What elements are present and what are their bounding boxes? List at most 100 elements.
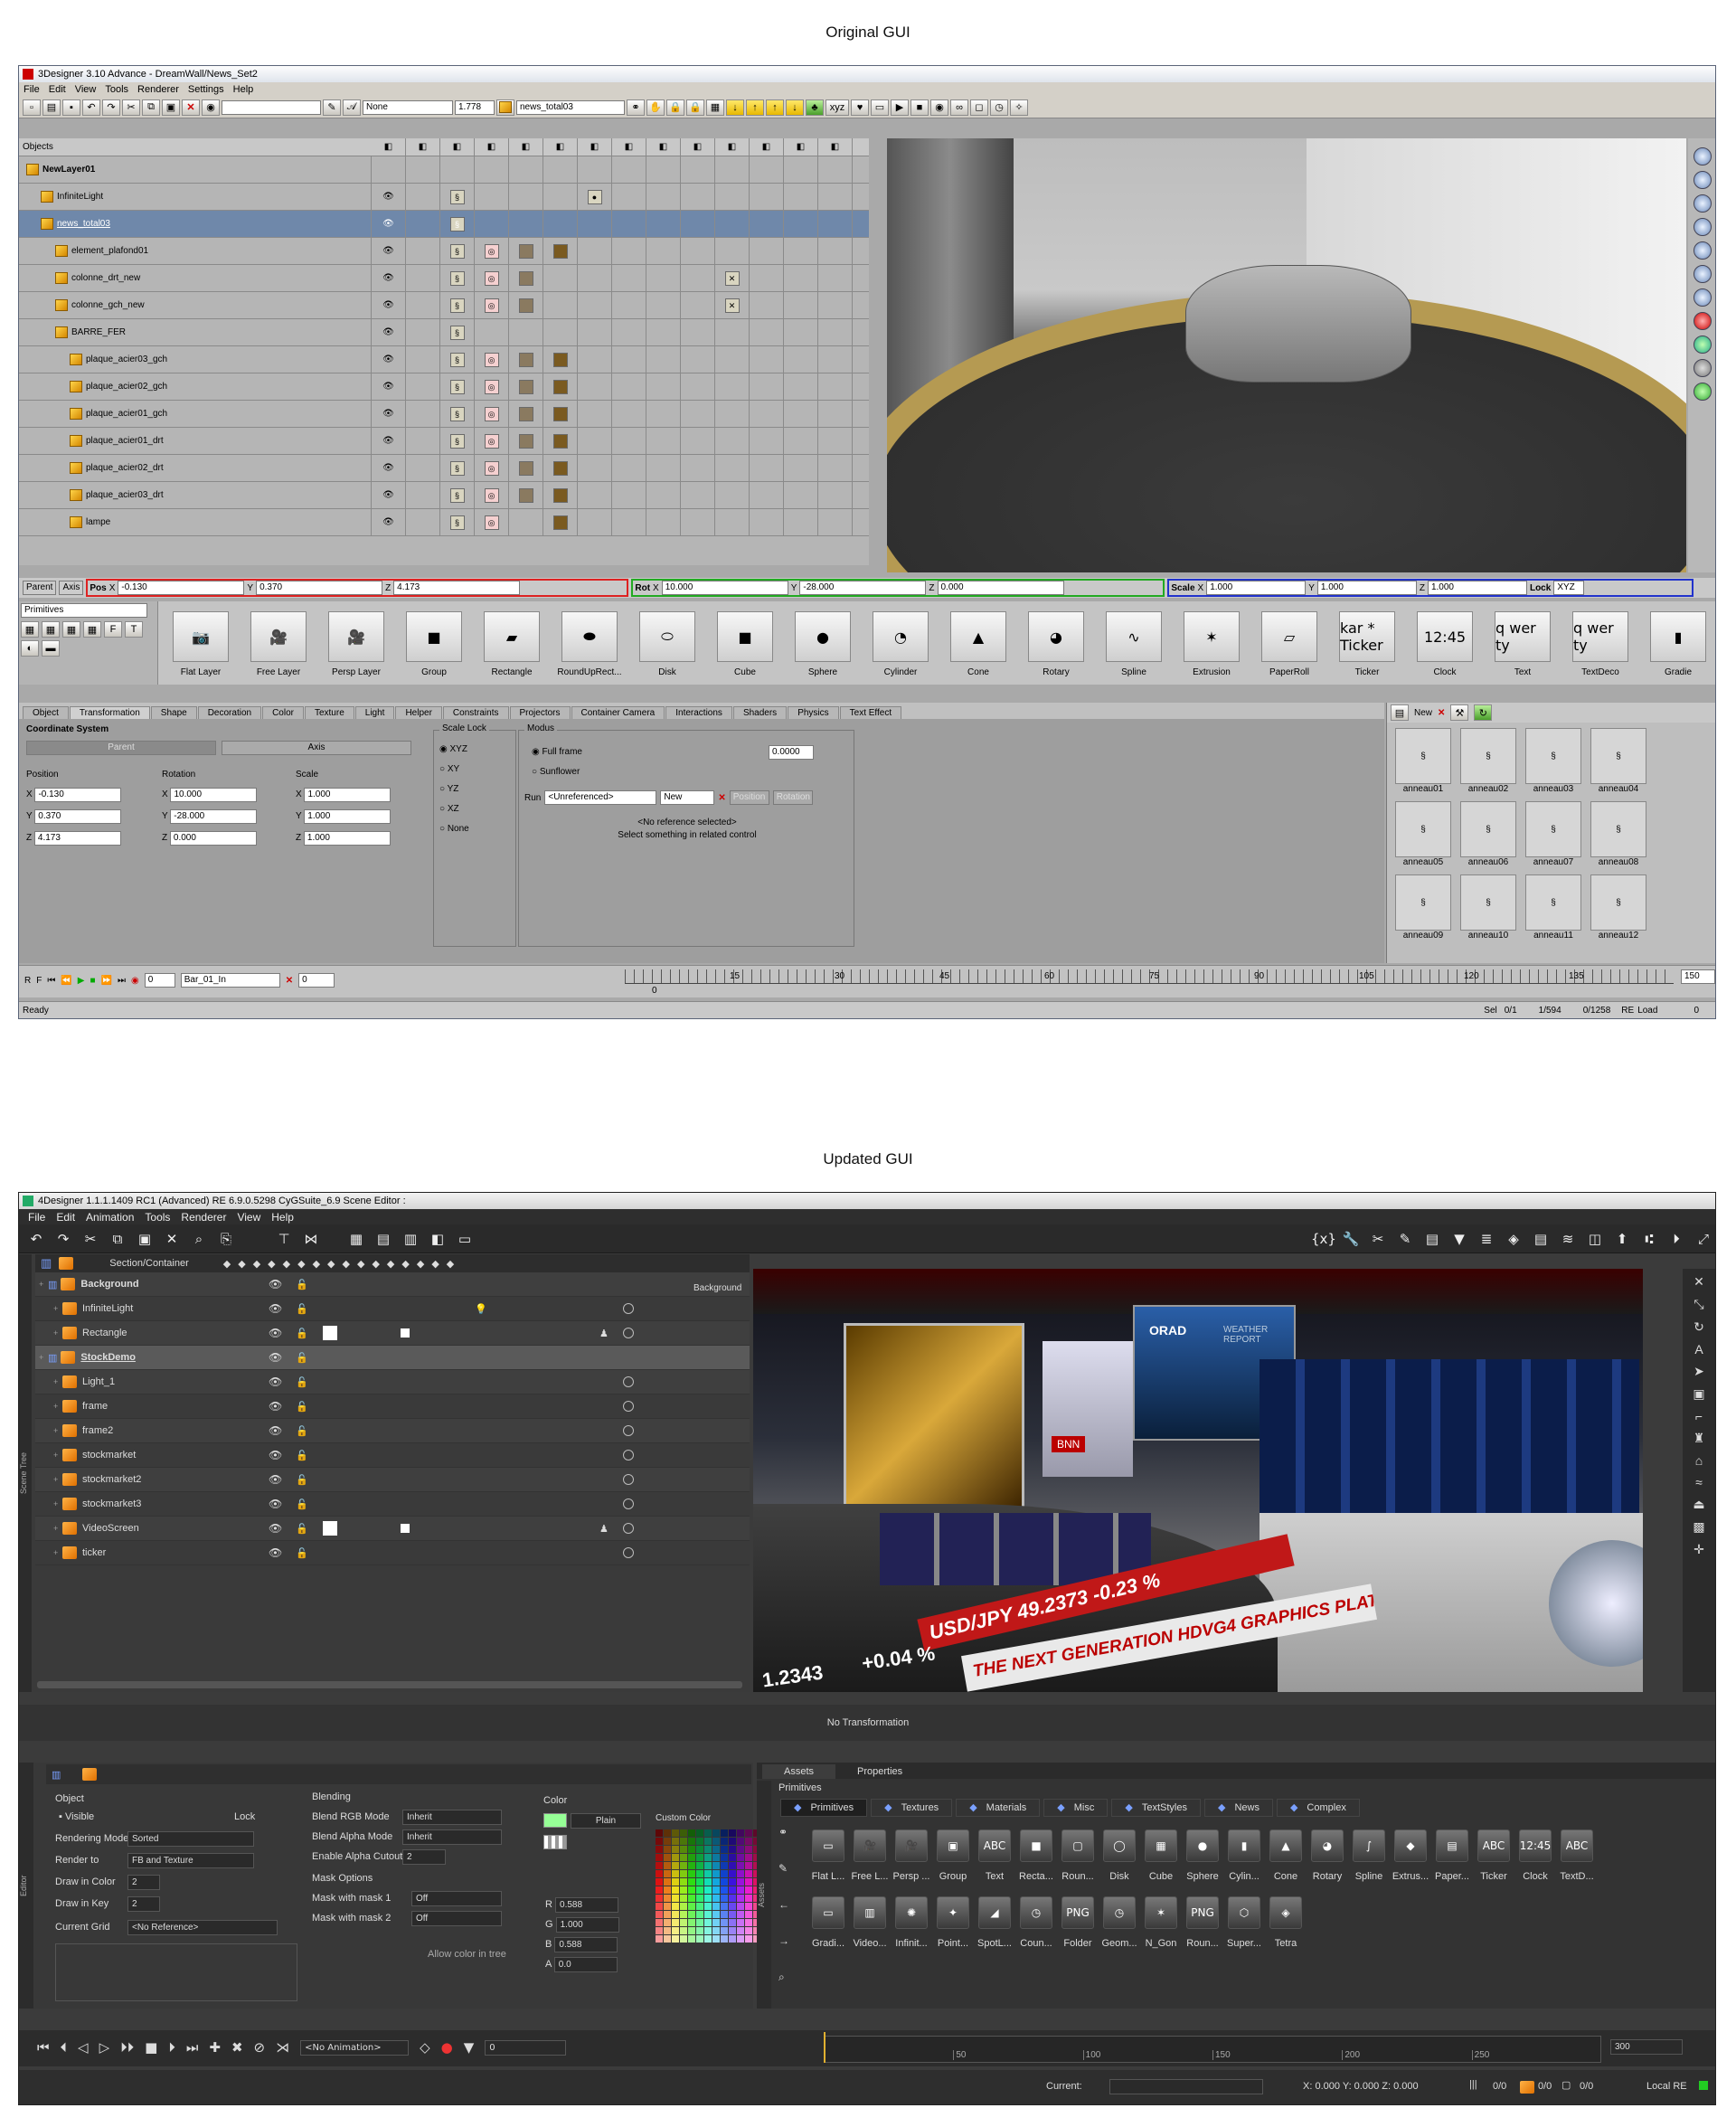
- tl-link-icon[interactable]: ⊘: [254, 2039, 266, 2056]
- layout2-icon[interactable]: ▤: [372, 1227, 395, 1251]
- link2-icon[interactable]: ∞: [950, 99, 968, 116]
- parent-tab[interactable]: Parent: [23, 581, 57, 595]
- old-toolbar-combo-empty[interactable]: [222, 99, 321, 115]
- menu-tools[interactable]: Tools: [145, 1211, 170, 1224]
- col-ext-icon[interactable]: ◧: [818, 138, 853, 156]
- primitive-disk[interactable]: ⬭ Disk: [628, 601, 706, 677]
- render-icon[interactable]: §: [449, 243, 465, 259]
- primitive-ticker[interactable]: kar * Ticker Ticker: [1328, 601, 1406, 677]
- portrait-icon[interactable]: [552, 352, 568, 367]
- asset-spotl[interactable]: ◢ SpotL...: [974, 1896, 1015, 1949]
- pin-icon[interactable]: ⬆: [1610, 1227, 1634, 1251]
- menu-view[interactable]: View: [237, 1211, 260, 1224]
- tl-keyframe-icon[interactable]: ◇: [420, 2039, 430, 2056]
- magic-icon[interactable]: ✧: [1010, 99, 1028, 116]
- tree-row[interactable]: plaque_acier03_gch 👁 § ◎: [19, 346, 869, 373]
- asset-refresh-icon[interactable]: ↻: [1474, 704, 1493, 721]
- primitive-text[interactable]: q wer ty Text: [1484, 601, 1561, 677]
- menu-tools[interactable]: Tools: [105, 84, 128, 95]
- axis-tab[interactable]: Axis: [59, 581, 84, 595]
- pen-icon[interactable]: ✎: [323, 99, 341, 116]
- square-red-icon[interactable]: ◻: [970, 99, 988, 116]
- nav5-icon[interactable]: [1694, 241, 1712, 260]
- wave-icon[interactable]: ≈: [1695, 1475, 1703, 1489]
- white-swatch-icon[interactable]: [323, 1326, 337, 1340]
- visible-eye-icon[interactable]: 👁: [382, 273, 394, 283]
- camera-icon[interactable]: ▣: [1693, 1386, 1704, 1402]
- fullscreen-icon[interactable]: ⤢: [1692, 1227, 1715, 1251]
- menu-edit[interactable]: Edit: [56, 1211, 75, 1224]
- lock-icon[interactable]: 🔓: [296, 1303, 308, 1315]
- asset-folder-icon[interactable]: ▤: [1391, 704, 1409, 721]
- white-swatch-icon[interactable]: [323, 1521, 337, 1536]
- status-current-field[interactable]: [1109, 2079, 1263, 2094]
- new-file-icon[interactable]: ▫: [23, 99, 41, 116]
- col-color-icon[interactable]: ◧: [475, 138, 509, 156]
- col-cam-icon[interactable]: ◧: [784, 138, 818, 156]
- tree-row[interactable]: + stockmarket3 👁 🔓: [35, 1492, 750, 1517]
- tl-back-play-icon[interactable]: ◁: [78, 2039, 89, 2056]
- tl-filter-icon[interactable]: ▼: [464, 2039, 475, 2056]
- rot-x[interactable]: 10.000: [661, 581, 788, 595]
- tree-row[interactable]: colonne_gch_new 👁 § ◎ ✕: [19, 292, 869, 319]
- ed-blend-alpha-combo[interactable]: Inherit: [402, 1829, 502, 1845]
- ed-alpha-cutout-val[interactable]: 2: [402, 1849, 446, 1865]
- tools-icon[interactable]: ✂: [1366, 1227, 1390, 1251]
- col-box-icon[interactable]: ◆: [417, 1258, 424, 1270]
- col-light-icon[interactable]: ◧: [543, 138, 578, 156]
- category-tab-primitives[interactable]: ◆ Primitives: [780, 1799, 868, 1817]
- col-shade-icon[interactable]: ◧: [578, 138, 612, 156]
- tl-add-key-icon[interactable]: ✚: [209, 2039, 221, 2056]
- grid-f-icon[interactable]: T: [125, 621, 143, 638]
- color-palette[interactable]: [656, 1829, 760, 1943]
- primitives-combo[interactable]: Primitives: [21, 603, 147, 618]
- tree-row[interactable]: plaque_acier02_drt 👁 § ◎: [19, 455, 869, 482]
- rename-icon[interactable]: ⎘: [214, 1227, 238, 1251]
- col-globe-icon[interactable]: ◆: [447, 1258, 454, 1270]
- tab-texture[interactable]: Texture: [304, 706, 354, 719]
- tl-prev-icon[interactable]: ⏴: [61, 2039, 68, 2056]
- primitive-rotary[interactable]: ◕ Rotary: [1017, 601, 1095, 677]
- asset-search-icon[interactable]: ⌕: [778, 1971, 789, 1984]
- assets-tab-properties[interactable]: Properties: [835, 1764, 925, 1779]
- asset-paper[interactable]: ▤ Paper...: [1431, 1829, 1473, 1882]
- tree-row[interactable]: news_total03 👁 §: [19, 211, 869, 238]
- lock2-icon[interactable]: 🔒: [686, 99, 704, 116]
- tree-row[interactable]: + InfiniteLight 👁 🔓 💡: [35, 1297, 750, 1321]
- lock-icon[interactable]: 🔒: [666, 99, 684, 116]
- ed-mask1-combo[interactable]: Off: [411, 1891, 502, 1906]
- scene-hscroll[interactable]: [37, 1681, 742, 1688]
- ed-visible[interactable]: Visible: [65, 1811, 94, 1822]
- primitive-group[interactable]: ■ Group: [395, 601, 473, 677]
- asset-flatl[interactable]: ▭ Flat L...: [807, 1829, 849, 1882]
- asset-item[interactable]: § anneau06: [1457, 801, 1520, 867]
- assets-tab-assets[interactable]: Assets: [762, 1764, 836, 1779]
- target-icon[interactable]: [623, 1401, 634, 1412]
- old-3d-viewport[interactable]: [887, 138, 1686, 572]
- eject-icon[interactable]: ⏏: [1693, 1497, 1704, 1512]
- target-icon[interactable]: [623, 1547, 634, 1558]
- primitive-gradie[interactable]: ▮ Gradie: [1639, 601, 1715, 677]
- asset-forward-icon[interactable]: →: [778, 1934, 789, 1947]
- material-icon[interactable]: ◎: [484, 460, 499, 476]
- visible-eye-icon[interactable]: 👁: [269, 1498, 282, 1510]
- menu-animation[interactable]: Animation: [86, 1211, 134, 1224]
- filter-icon[interactable]: ▼: [1448, 1227, 1471, 1251]
- tab-helper[interactable]: Helper: [395, 706, 442, 719]
- asset-rotary[interactable]: ◕ Rotary: [1307, 1829, 1348, 1882]
- expand-toggle[interactable]: +: [53, 1328, 62, 1338]
- col-mirror-icon[interactable]: ◆: [268, 1258, 275, 1270]
- render-icon[interactable]: §: [449, 406, 465, 421]
- primitive-sphere[interactable]: ● Sphere: [784, 601, 862, 677]
- texture-icon[interactable]: [518, 460, 533, 476]
- tl-anim-combo[interactable]: <No Animation>: [300, 2039, 410, 2056]
- ed-pz[interactable]: 4.173: [33, 831, 121, 846]
- play-icon[interactable]: ▶: [78, 976, 85, 986]
- grid-b-icon[interactable]: ▦: [42, 621, 60, 638]
- visible-eye-icon[interactable]: 👁: [382, 219, 394, 229]
- render-icon[interactable]: §: [449, 515, 465, 530]
- grid-c-icon[interactable]: ▦: [62, 621, 80, 638]
- col-camera-icon[interactable]: ◆: [283, 1258, 290, 1270]
- asset-spline[interactable]: ∫ Spline: [1348, 1829, 1390, 1882]
- undo-icon[interactable]: ↶: [24, 1227, 48, 1251]
